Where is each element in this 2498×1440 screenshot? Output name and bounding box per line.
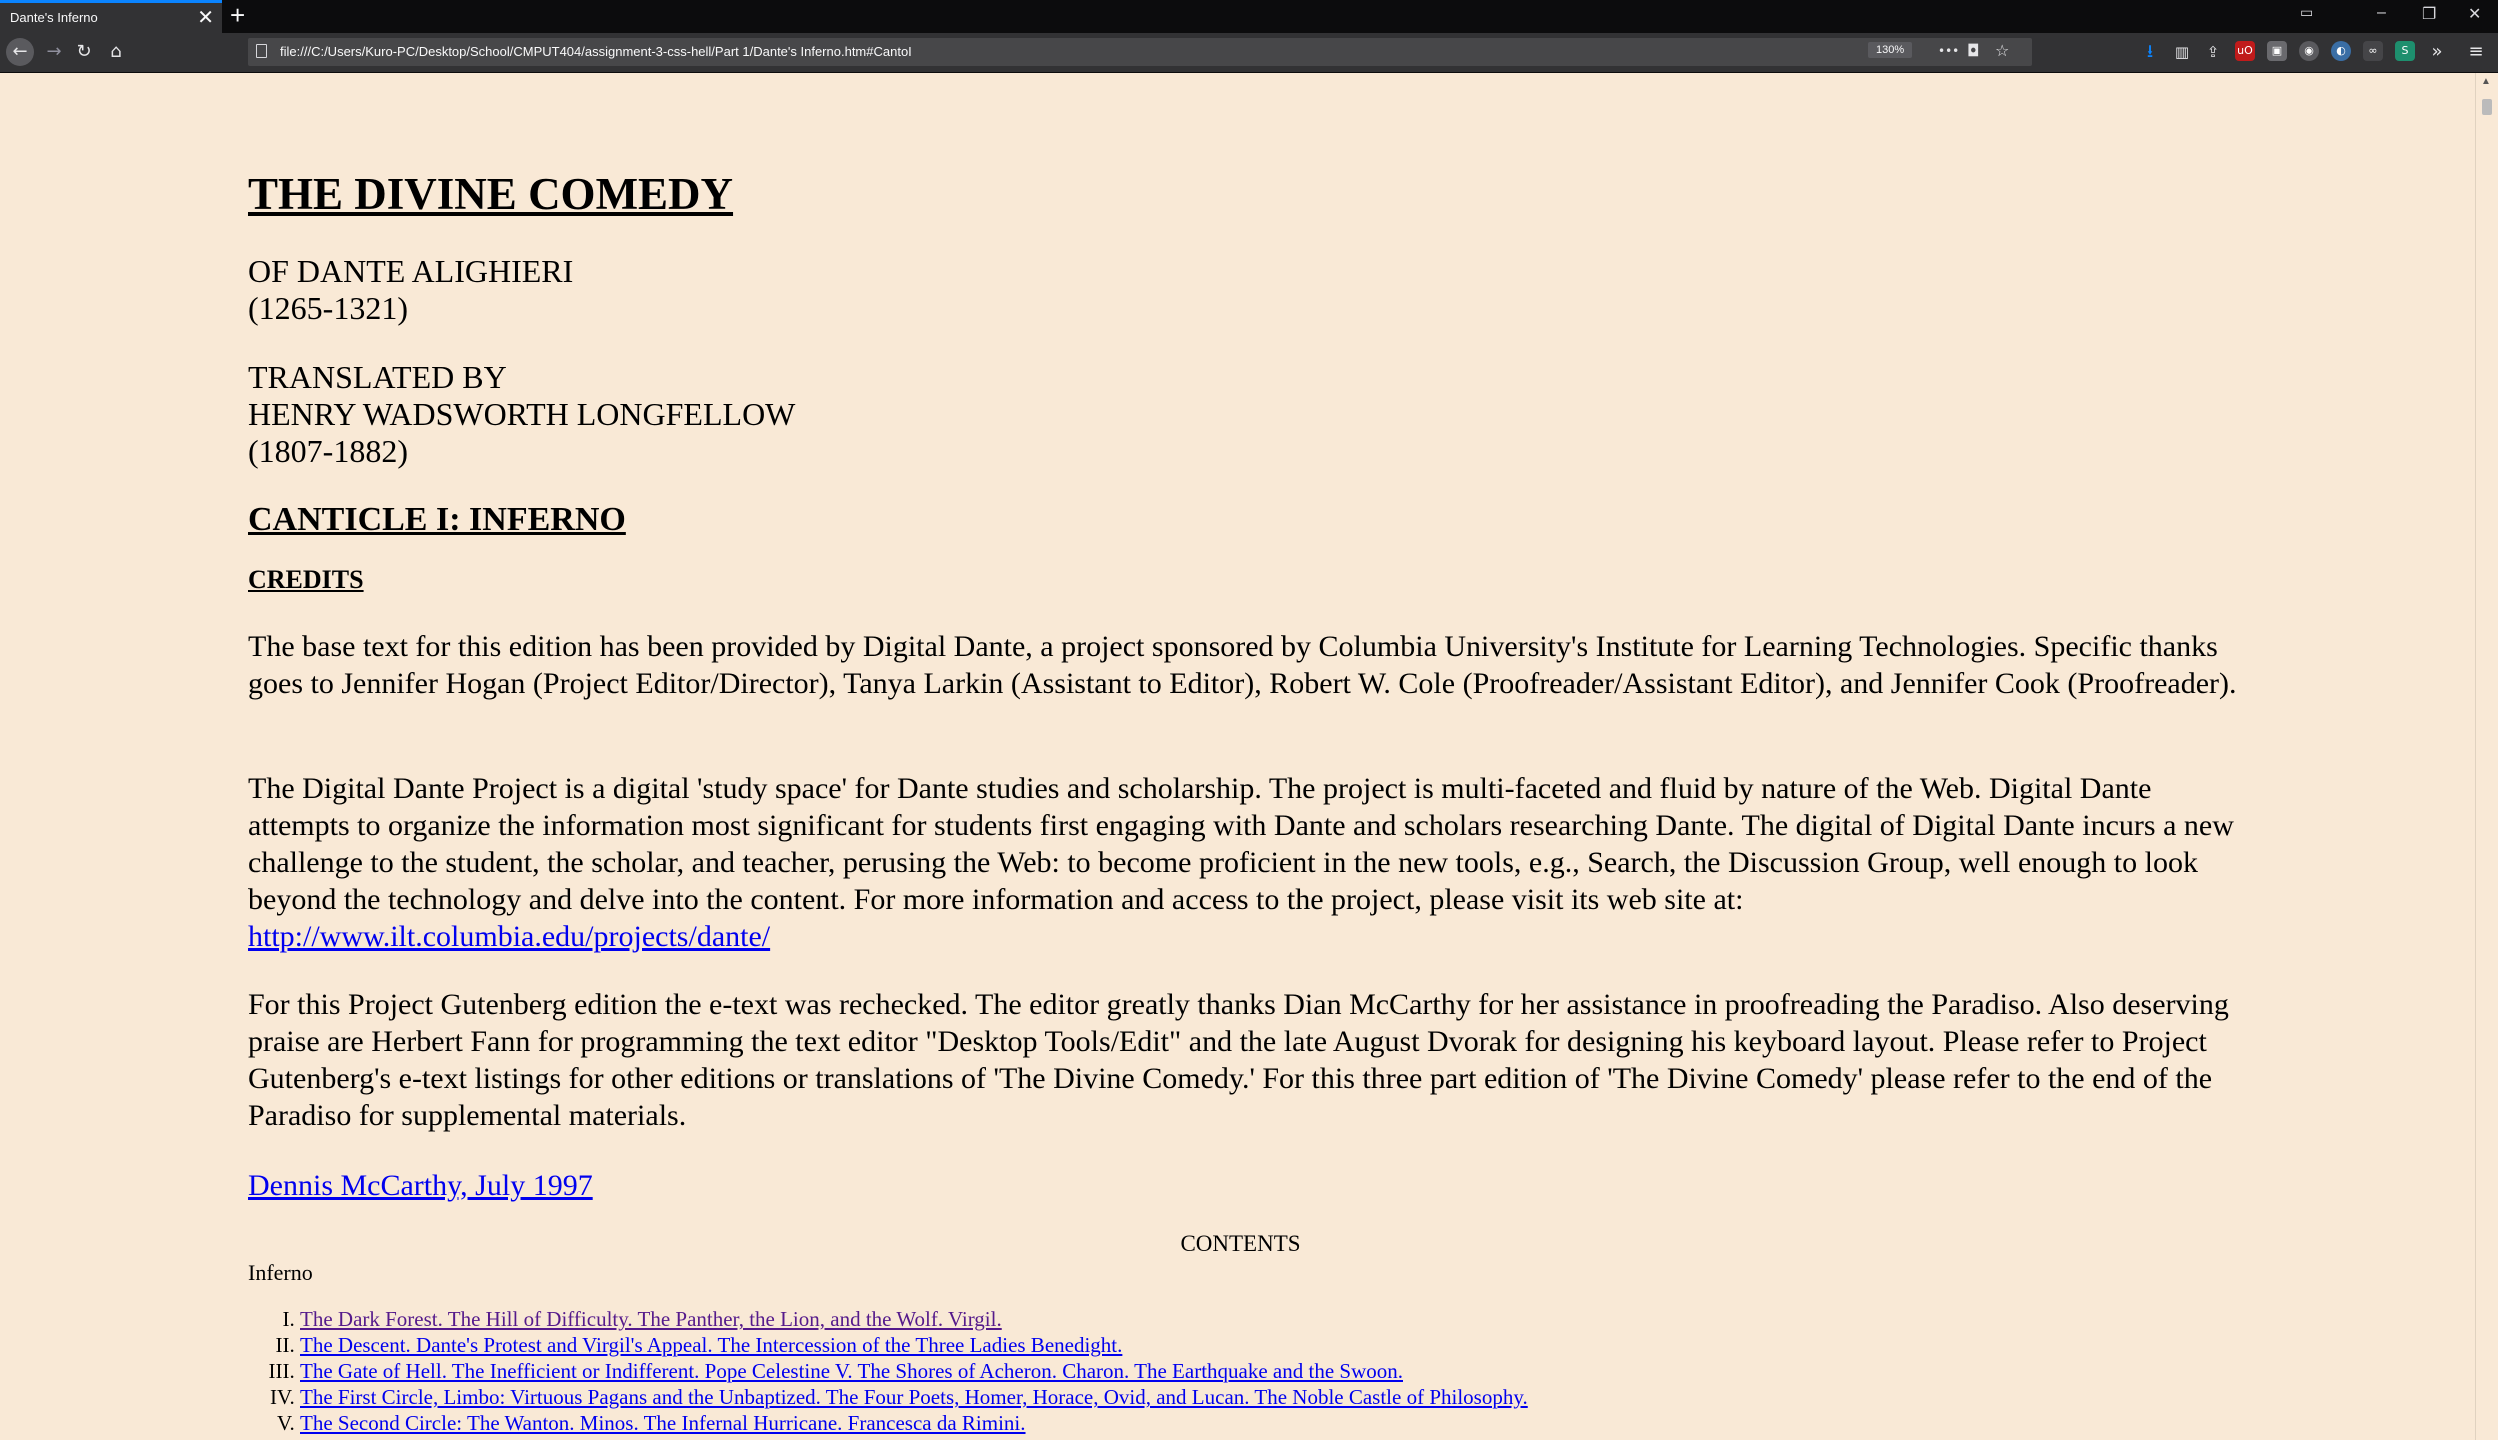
list-item: The Dark Forest. The Hill of Difficulty.… <box>300 1306 1528 1332</box>
zoom-level-badge[interactable]: 130% <box>1868 42 1913 58</box>
tab-close-icon[interactable]: ✕ <box>197 5 214 30</box>
signature-paragraph: Dennis McCarthy, July 1997 <box>248 1167 2238 1204</box>
credits-paragraph-3: For this Project Gutenberg edition the e… <box>248 988 2229 1132</box>
signature-link[interactable]: Dennis McCarthy, July 1997 <box>248 1169 593 1202</box>
ublock-origin-icon[interactable]: uO <box>2235 41 2255 61</box>
restore-tab-icon[interactable]: ▭ <box>2300 4 2313 21</box>
list-item: The Descent. Dante's Protest and Virgil'… <box>300 1332 1528 1358</box>
page-file-icon <box>256 44 267 58</box>
contents-heading: CONTENTS <box>1180 1231 1301 1256</box>
hamburger-menu-icon[interactable]: ≡ <box>2464 40 2488 64</box>
mask-extension-icon[interactable]: ∞ <box>2363 41 2383 61</box>
credits-paragraph-1: The base text for this edition has been … <box>248 630 2237 700</box>
credits-heading: CREDITS <box>248 565 364 594</box>
profile-extension-icon[interactable]: ◉ <box>2299 41 2319 61</box>
canto-4-link[interactable]: The First Circle, Limbo: Virtuous Pagans… <box>300 1385 1528 1409</box>
scrollbar-thumb[interactable] <box>2482 99 2492 115</box>
translator-block: TRANSLATED BY HENRY WADSWORTH LONGFELLOW… <box>248 359 795 470</box>
globe-extension-icon[interactable]: ◐ <box>2331 41 2351 61</box>
maximize-button[interactable]: ❐ <box>2422 4 2436 24</box>
translated-by-label: TRANSLATED BY <box>248 359 507 395</box>
reload-icon[interactable]: ↻ <box>72 40 96 64</box>
canto-5-link[interactable]: The Second Circle: The Wanton. Minos. Th… <box>300 1411 1026 1435</box>
url-bar[interactable]: file:///C:/Users/Kuro-PC/Desktop/School/… <box>248 38 2032 66</box>
canto-2-link[interactable]: The Descent. Dante's Protest and Virgil'… <box>300 1333 1122 1357</box>
stylus-extension-icon[interactable]: S <box>2395 41 2415 61</box>
canto-list: The Dark Forest. The Hill of Difficulty.… <box>248 1306 1528 1436</box>
author-name: OF DANTE ALIGHIERI <box>248 253 574 289</box>
new-tab-button[interactable]: + <box>230 0 245 31</box>
synced-tabs-icon[interactable]: ⇪ <box>2201 40 2225 64</box>
scroll-up-arrow-icon[interactable]: ▲ <box>2481 76 2491 87</box>
page-title: THE DIVINE COMEDY <box>248 169 734 219</box>
credits-paragraph-2: The Digital Dante Project is a digital '… <box>248 770 2238 955</box>
inferno-label: Inferno <box>248 1260 313 1285</box>
pocket-icon[interactable]: ◘ <box>1967 41 1980 60</box>
author-dates: (1265-1321) <box>248 290 408 326</box>
tab-dantes-inferno[interactable]: Dante's Inferno ✕ <box>0 0 222 33</box>
tab-title: Dante's Inferno <box>10 10 98 25</box>
translator-dates: (1807-1882) <box>248 433 408 469</box>
url-text[interactable]: file:///C:/Users/Kuro-PC/Desktop/School/… <box>280 44 912 59</box>
forward-arrow-icon[interactable]: → <box>42 40 66 64</box>
page-actions-menu-icon[interactable]: ••• <box>1938 44 1959 58</box>
home-icon[interactable]: ⌂ <box>104 40 128 64</box>
downloads-icon[interactable]: ⭳ <box>2138 40 2162 64</box>
canto-1-link[interactable]: The Dark Forest. The Hill of Difficulty.… <box>300 1307 1002 1331</box>
close-window-button[interactable]: ✕ <box>2468 4 2481 24</box>
author-block: OF DANTE ALIGHIERI (1265-1321) <box>248 253 573 327</box>
vertical-scrollbar[interactable]: ▲ <box>2475 73 2498 1440</box>
bookmark-star-icon[interactable]: ☆ <box>1995 41 2009 60</box>
translator-name: HENRY WADSWORTH LONGFELLOW <box>248 396 796 432</box>
image-extension-icon[interactable]: ▣ <box>2267 41 2287 61</box>
digital-dante-link[interactable]: http://www.ilt.columbia.edu/projects/dan… <box>248 920 770 953</box>
list-item: The Second Circle: The Wanton. Minos. Th… <box>300 1410 1528 1436</box>
tab-strip: Dante's Inferno ✕ + ▭ – ❐ ✕ <box>0 0 2498 33</box>
canto-3-link[interactable]: The Gate of Hell. The Inefficient or Ind… <box>300 1359 1403 1383</box>
navigation-toolbar: ← → ↻ ⌂ file:///C:/Users/Kuro-PC/Desktop… <box>0 33 2498 73</box>
back-arrow-icon[interactable]: ← <box>6 38 34 66</box>
library-sidebar-icon[interactable]: ▥ <box>2170 40 2194 64</box>
canticle-heading: CANTICLE I: INFERNO <box>248 501 626 538</box>
list-item: The First Circle, Limbo: Virtuous Pagans… <box>300 1384 1528 1410</box>
credits-paragraph-2-text: The Digital Dante Project is a digital '… <box>248 772 2234 916</box>
minimize-button[interactable]: – <box>2377 4 2386 22</box>
overflow-chevron-icon[interactable]: » <box>2425 40 2449 64</box>
list-item: The Gate of Hell. The Inefficient or Ind… <box>300 1358 1528 1384</box>
